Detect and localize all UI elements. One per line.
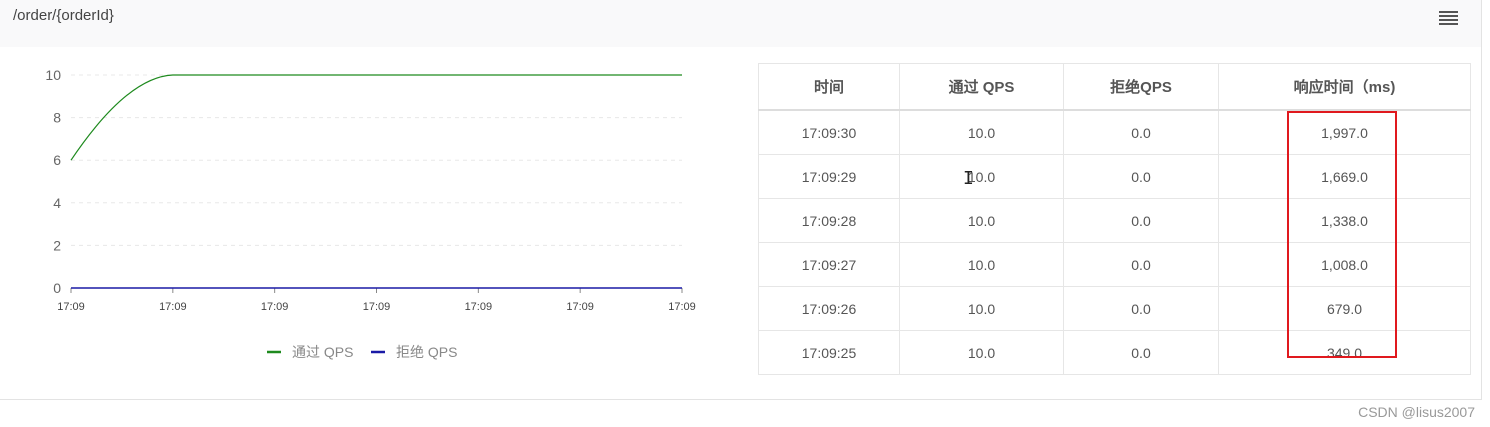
qps-table: 时间 通过 QPS 拒绝QPS 响应时间（ms) 17:09:30 10.0 0…: [758, 63, 1471, 375]
cell-response-time: 1,008.0: [1218, 242, 1471, 287]
y-tick-label: 2: [53, 237, 61, 253]
text-cursor-icon: I: [963, 168, 974, 189]
y-tick-label: 8: [53, 110, 61, 126]
watermark: CSDN @lisus2007: [1358, 404, 1475, 420]
y-tick-label: 6: [53, 152, 61, 168]
cell-block-qps: 0.0: [1063, 330, 1219, 375]
cell-time: 17:09:29: [758, 154, 900, 199]
cell-response-time: 1,997.0: [1218, 109, 1471, 155]
legend-label: 拒绝 QPS: [396, 344, 457, 360]
cell-block-qps: 0.0: [1063, 154, 1219, 199]
cell-time: 17:09:26: [758, 286, 900, 331]
cell-response-time: 1,338.0: [1218, 198, 1471, 243]
hamburger-menu-icon[interactable]: [1439, 11, 1458, 25]
cell-block-qps: 0.0: [1063, 242, 1219, 287]
cell-block-qps: 0.0: [1063, 286, 1219, 331]
legend-label: 通过 QPS: [292, 344, 353, 360]
header-block-qps: 拒绝QPS: [1063, 63, 1219, 111]
qps-panel: /order/{orderId} 0 2 4 6 8 10 17:09 17:09 17:09 1…: [0, 0, 1482, 400]
x-tick-label: 17:09: [465, 301, 493, 313]
panel-header: /order/{orderId}: [0, 0, 1481, 47]
cell-time: 17:09:25: [758, 330, 900, 375]
y-tick-label: 4: [53, 195, 61, 211]
cell-pass-qps: 10.0: [899, 109, 1064, 155]
cell-time: 17:09:28: [758, 198, 900, 243]
cell-time: 17:09:30: [758, 109, 900, 155]
header-response-time: 响应时间（ms): [1218, 63, 1471, 111]
table-row: 17:09:27 10.0 0.0 1,008.0: [758, 242, 1471, 287]
cell-pass-qps: 10.0: [899, 154, 1064, 199]
table-row: 17:09:28 10.0 0.0 1,338.0: [758, 198, 1471, 243]
y-tick-label: 10: [45, 67, 61, 83]
x-tick-label: 17:09: [363, 301, 391, 313]
x-tick-label: 17:09: [261, 301, 289, 313]
cell-pass-qps: 10.0: [899, 198, 1064, 243]
cell-block-qps: 0.0: [1063, 198, 1219, 243]
cell-pass-qps: 10.0: [899, 242, 1064, 287]
table-row: 17:09:30 10.0 0.0 1,997.0: [758, 109, 1471, 155]
header-pass-qps: 通过 QPS: [899, 63, 1064, 111]
table-header-row: 时间 通过 QPS 拒绝QPS 响应时间（ms): [758, 63, 1471, 111]
cell-time: 17:09:27: [758, 242, 900, 287]
y-tick-label: 0: [53, 280, 61, 296]
table-row: 17:09:25 10.0 0.0 349.0: [758, 330, 1471, 375]
table-row: 17:09:29 10.0 0.0 1,669.0: [758, 154, 1471, 199]
cell-block-qps: 0.0: [1063, 109, 1219, 155]
x-tick-label: 17:09: [668, 301, 696, 313]
cell-response-time: 679.0: [1218, 286, 1471, 331]
cell-response-time: 349.0: [1218, 330, 1471, 375]
table-row: 17:09:26 10.0 0.0 679.0: [758, 286, 1471, 331]
qps-line-chart: 0 2 4 6 8 10 17:09 17:09 17:09 17:09 17:09 17:09 17:…: [45, 67, 696, 360]
x-tick-label: 17:09: [566, 301, 594, 313]
cell-response-time: 1,669.0: [1218, 154, 1471, 199]
panel-title: /order/{orderId}: [13, 7, 114, 24]
x-tick-label: 17:09: [159, 301, 187, 313]
cell-pass-qps: 10.0: [899, 286, 1064, 331]
cell-pass-qps: 10.0: [899, 330, 1064, 375]
x-tick-label: 17:09: [57, 301, 85, 313]
header-time: 时间: [758, 63, 900, 111]
